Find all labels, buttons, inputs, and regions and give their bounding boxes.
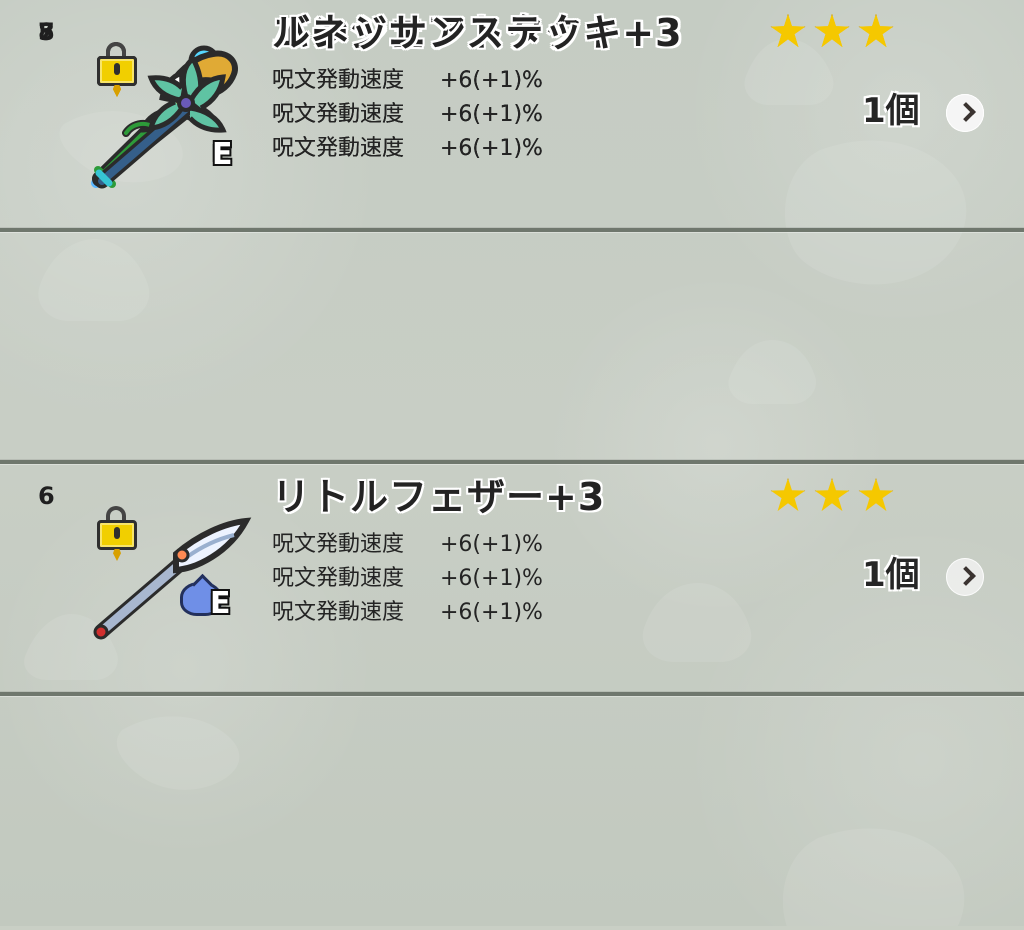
attribute-row: 呪文発動速度 +6(+1)% <box>272 562 632 596</box>
attribute-name: 呪文発動速度 <box>272 68 405 93</box>
star-rating <box>770 478 900 520</box>
list-item[interactable]: 6 E リトルフェザー+3 呪文発動速度 +6(+1)% 呪文発動速度 +6(+1) <box>0 464 1024 692</box>
item-index: 8 <box>38 18 55 46</box>
star-icon <box>814 14 850 48</box>
item-name: ルネッサンステッキ+3 <box>272 11 683 55</box>
attribute-value: +6(+1)% <box>440 600 543 625</box>
row-divider <box>0 228 1024 232</box>
attribute-value: +6(+1)% <box>440 68 543 93</box>
star-rating <box>770 14 900 56</box>
star-icon <box>814 478 850 512</box>
row-divider <box>0 692 1024 696</box>
item-list: 5 エンシェントタクト+3 呪文発動速度 +6(+1)% 呪文発動速度 +6(+1)… <box>0 0 1024 926</box>
equipped-letter: E <box>210 586 231 621</box>
attribute-value: +6(+1)% <box>440 532 543 557</box>
star-icon <box>858 14 894 48</box>
equipped-badge: E <box>180 582 250 630</box>
attribute-row: 呪文発動速度 +6(+1)% <box>272 528 632 562</box>
item-count: 1個 <box>862 555 920 595</box>
equipped-badge: E <box>180 118 250 172</box>
attribute-value: +6(+1)% <box>440 566 543 591</box>
star-icon <box>770 478 806 512</box>
item-name: リトルフェザー+3 <box>272 475 606 519</box>
attribute-name: 呪文発動速度 <box>272 136 405 161</box>
chevron-right-icon[interactable] <box>946 94 984 132</box>
attribute-name: 呪文発動速度 <box>272 566 405 591</box>
attribute-row: 呪文発動速度 +6(+1)% <box>272 64 632 98</box>
attribute-row: 呪文発動速度 +6(+1)% <box>272 132 632 166</box>
attribute-row: 呪文発動速度 +6(+1)% <box>272 98 632 132</box>
equipped-letter: E <box>212 137 233 172</box>
chevron-right-icon[interactable] <box>946 558 984 596</box>
item-count: 1個 <box>862 91 920 131</box>
attribute-name: 呪文発動速度 <box>272 532 405 557</box>
star-icon <box>770 14 806 48</box>
attribute-value: +6(+1)% <box>440 136 543 161</box>
list-item[interactable]: 8 E ルネッサンステッキ+3 呪文発動速度 +6(+1)% 呪文発動速度 +6… <box>0 0 1024 228</box>
star-icon <box>858 478 894 512</box>
attribute-name: 呪文発動速度 <box>272 102 405 127</box>
attribute-list: 呪文発動速度 +6(+1)% 呪文発動速度 +6(+1)% 呪文発動速度 +6(+1)… <box>272 64 632 166</box>
item-index: 6 <box>38 482 55 510</box>
attribute-list: 呪文発動速度 +6(+1)% 呪文発動速度 +6(+1)% 呪文発動速度 +6(+1)… <box>272 528 632 630</box>
row-divider <box>0 460 1024 464</box>
attribute-row: 呪文発動速度 +6(+1)% <box>272 596 632 630</box>
attribute-value: +6(+1)% <box>440 102 543 127</box>
attribute-name: 呪文発動速度 <box>272 600 405 625</box>
